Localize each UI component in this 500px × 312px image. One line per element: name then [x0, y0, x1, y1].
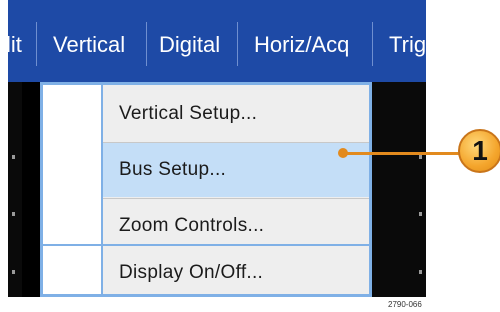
menu-separator: [36, 22, 37, 66]
figure-reference: 2790-066: [388, 300, 422, 309]
graticule-tick: [12, 212, 15, 216]
menu-item-label: Display On/Off...: [119, 262, 264, 283]
callout-number-badge: 1: [458, 129, 500, 173]
vertical-dropdown-menu: Vertical Setup... Bus Setup... Zoom Cont…: [40, 82, 372, 297]
menu-item-display-on-off[interactable]: Display On/Off...: [103, 246, 369, 297]
menu-separator: [237, 22, 238, 66]
callout-leader-line: [343, 152, 464, 155]
menu-item-label: Vertical Setup...: [119, 103, 258, 124]
graticule-tick: [12, 155, 15, 159]
menu-edit-partial[interactable]: lit: [8, 30, 22, 60]
graticule-right-area: [372, 82, 426, 297]
menu-item-bus-setup[interactable]: Bus Setup...: [103, 143, 369, 197]
menu-separator: [146, 22, 147, 66]
callout-leader-dot: [338, 148, 348, 158]
graticule-tick: [419, 270, 422, 274]
menu-trig-partial[interactable]: Trig: [389, 30, 426, 60]
graticule-tick: [419, 212, 422, 216]
menu-vertical[interactable]: Vertical: [53, 30, 125, 60]
menu-icon-column: [43, 85, 103, 294]
menu-item-label: Zoom Controls...: [119, 215, 265, 236]
oscilloscope-screen: lit Vertical Digital Horiz/Acq Trig Vert…: [8, 0, 426, 297]
graticule-tick: [12, 270, 15, 274]
menu-digital[interactable]: Digital: [159, 30, 220, 60]
menu-item-vertical-setup[interactable]: Vertical Setup...: [103, 87, 369, 141]
menu-separator: [372, 22, 373, 66]
menu-horiz-acq[interactable]: Horiz/Acq: [254, 30, 349, 60]
graticule-tick: [419, 155, 422, 159]
graticule-left-edge: [8, 82, 22, 297]
menu-bar: lit Vertical Digital Horiz/Acq Trig: [8, 0, 426, 82]
menu-item-label: Bus Setup...: [119, 159, 227, 180]
